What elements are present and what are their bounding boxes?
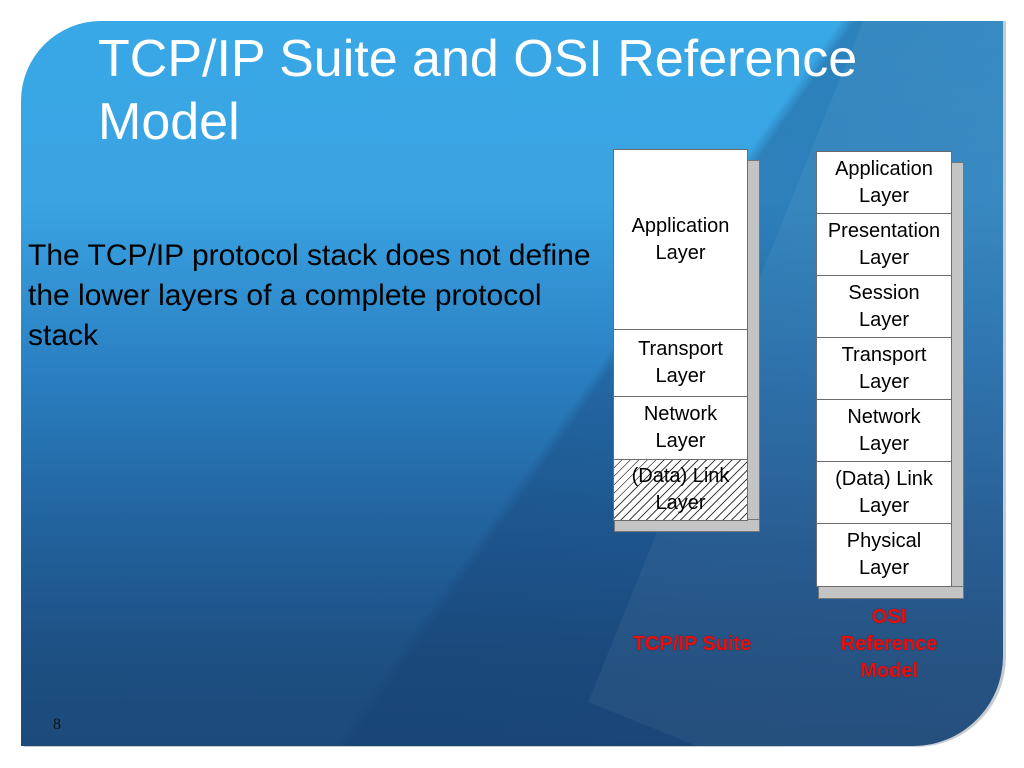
osi-caption: OSI Reference Model bbox=[840, 606, 938, 682]
tcpip-layer-label: Transport Layer bbox=[638, 338, 723, 387]
tcpip-layer-label: Application Layer bbox=[631, 214, 730, 264]
tcpip-layer-transport: Transport Layer bbox=[613, 329, 748, 397]
osi-layer-presentation: Presentation Layer bbox=[816, 213, 952, 276]
osi-layer-application: Application Layer bbox=[816, 151, 952, 214]
body-text: The TCP/IP protocol stack does not defin… bbox=[28, 239, 591, 352]
tcpip-layer-network: Network Layer bbox=[613, 396, 748, 460]
slide-title: TCP/IP Suite and OSI Reference Model bbox=[98, 30, 858, 151]
tcpip-stack-side bbox=[747, 160, 760, 532]
osi-layer-datalink: (Data) Link Layer bbox=[816, 461, 952, 524]
tcpip-caption: TCP/IP Suite bbox=[632, 633, 752, 655]
osi-layer-label: Session Layer bbox=[848, 281, 920, 331]
osi-layer-transport: Transport Layer bbox=[816, 337, 952, 400]
osi-layer-label: Physical Layer bbox=[846, 530, 922, 579]
osi-layer-label: Transport Layer bbox=[841, 343, 927, 393]
osi-stack-side bbox=[951, 162, 964, 599]
osi-layer-session: Session Layer bbox=[816, 275, 952, 338]
tcpip-layer-application: Application Layer bbox=[613, 149, 748, 330]
tcpip-layer-label: (Data) Link Layer bbox=[631, 465, 730, 514]
osi-layer-label: Network Layer bbox=[847, 405, 921, 455]
page-number: 8 bbox=[53, 716, 61, 733]
tcpip-layer-datalink: (Data) Link Layer bbox=[613, 459, 748, 521]
osi-stack-bottom bbox=[818, 586, 964, 599]
osi-layer-physical: Physical Layer bbox=[816, 523, 952, 587]
osi-layer-label: Presentation Layer bbox=[827, 219, 941, 269]
tcpip-layer-label: Network Layer bbox=[643, 403, 718, 452]
osi-layer-label: (Data) Link Layer bbox=[835, 467, 933, 517]
osi-layer-network: Network Layer bbox=[816, 399, 952, 462]
osi-layer-label: Application Layer bbox=[835, 157, 933, 207]
